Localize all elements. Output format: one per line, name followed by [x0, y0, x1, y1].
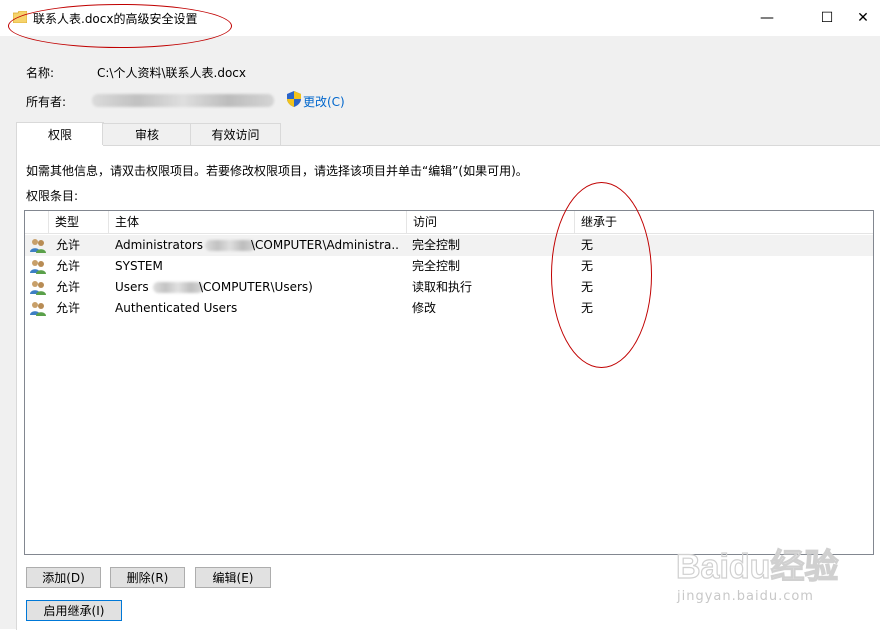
tab-permissions[interactable]: 权限 [16, 122, 104, 146]
cell-inherited-from: 无 [581, 280, 594, 294]
cell-inherited-from: 无 [581, 259, 594, 273]
change-owner-link[interactable]: 更改(C) [303, 93, 345, 110]
folder-icon [13, 11, 27, 23]
tab-effective-access[interactable]: 有效访问 [190, 123, 281, 145]
table-row[interactable]: 允许 SYSTEM 完全控制 无 [25, 256, 873, 277]
remove-button[interactable]: 删除(R) [110, 567, 185, 588]
users-icon [30, 281, 46, 295]
cell-principal: SYSTEM [115, 259, 163, 273]
cell-principal: Users [115, 280, 149, 294]
cell-type: 允许 [56, 280, 81, 294]
permission-entries-list[interactable]: 类型 主体 访问 继承于 允许 Administrators \COMPUTER… [24, 210, 874, 555]
cell-principal-tail: \COMPUTER\Administra... [251, 238, 399, 252]
cell-access: 修改 [412, 301, 437, 315]
cell-type: 允许 [56, 259, 81, 273]
table-row[interactable]: 允许 Users \COMPUTER\Users) 读取和执行 无 [25, 277, 873, 298]
principal-redacted [205, 240, 255, 251]
edit-button[interactable]: 编辑(E) [195, 567, 271, 588]
table-row[interactable]: 允许 Authenticated Users 修改 无 [25, 298, 873, 319]
cell-inherited-from: 无 [581, 301, 594, 315]
cell-type: 允许 [56, 301, 81, 315]
close-button[interactable]: ✕ [840, 0, 880, 36]
info-text: 如需其他信息，请双击权限项目。若要修改权限项目，请选择该项目并单击“编辑”(如果… [26, 164, 528, 178]
cell-inherited-from: 无 [581, 238, 594, 252]
window-title: 联系人表.docx的高级安全设置 [33, 12, 198, 26]
cell-access: 完全控制 [412, 238, 461, 252]
owner-label: 所有者: [26, 95, 67, 109]
owner-value-redacted [92, 94, 274, 107]
permission-entries-label: 权限条目: [26, 189, 79, 203]
add-button[interactable]: 添加(D) [26, 567, 101, 588]
cell-principal: Authenticated Users [115, 301, 238, 315]
cell-type: 允许 [56, 238, 81, 252]
cell-principal: Administrators [115, 238, 204, 252]
users-icon [30, 239, 46, 253]
column-header-principal[interactable]: 主体 [109, 211, 407, 233]
table-row[interactable]: 允许 Administrators \COMPUTER\Administra..… [25, 235, 873, 256]
cell-principal-tail: \COMPUTER\Users) [199, 280, 313, 294]
uac-shield-icon [287, 91, 301, 107]
name-value: C:\个人资料\联系人表.docx [97, 66, 246, 80]
cell-access: 完全控制 [412, 259, 461, 273]
watermark-url: jingyan.baidu.com [677, 589, 814, 604]
column-header-access[interactable]: 访问 [407, 211, 575, 233]
column-header-type[interactable]: 类型 [49, 211, 109, 233]
users-icon [30, 302, 46, 316]
enable-inheritance-button[interactable]: 启用继承(I) [26, 600, 122, 621]
cell-access: 读取和执行 [412, 280, 473, 294]
title-bar: 联系人表.docx的高级安全设置 — ☐ ✕ [0, 0, 880, 36]
list-header: 类型 主体 访问 继承于 [25, 211, 873, 234]
principal-redacted [153, 282, 203, 293]
column-header-inherited-from[interactable]: 继承于 [575, 211, 873, 233]
tab-auditing[interactable]: 审核 [102, 123, 192, 145]
name-label: 名称: [26, 66, 55, 80]
minimize-button[interactable]: — [744, 0, 790, 36]
users-icon [30, 260, 46, 274]
header-icon-column [25, 211, 49, 233]
